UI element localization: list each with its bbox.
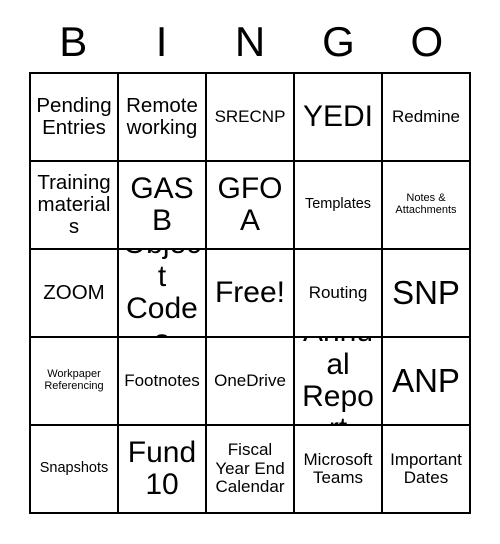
bingo-cell[interactable]: Microsoft Teams bbox=[295, 426, 383, 514]
bingo-cell-label: ANP bbox=[392, 362, 460, 400]
bingo-cell-label: GASB bbox=[130, 171, 194, 237]
bingo-cell[interactable]: Annual Report bbox=[295, 338, 383, 426]
bingo-cell-label: Fund 10 bbox=[127, 435, 197, 501]
bingo-cell[interactable]: Redmine bbox=[383, 74, 471, 162]
bingo-cell-label: Remote working bbox=[126, 93, 198, 139]
bingo-cell[interactable]: ANP bbox=[383, 338, 471, 426]
bingo-header-letter-b: B bbox=[59, 18, 88, 65]
bingo-cell-label: Redmine bbox=[391, 106, 461, 126]
bingo-cell-label: Footnotes bbox=[124, 370, 200, 390]
bingo-cell[interactable]: Snapshots bbox=[31, 426, 119, 514]
bingo-cell-label: Snapshots bbox=[39, 460, 109, 477]
bingo-cell[interactable]: Important Dates bbox=[383, 426, 471, 514]
bingo-cell[interactable]: Footnotes bbox=[119, 338, 207, 426]
bingo-cell-label: Free! bbox=[214, 275, 286, 309]
bingo-cell-label: Fiscal Year End Calendar bbox=[215, 440, 285, 497]
bingo-cell-label: YEDI bbox=[302, 99, 374, 133]
bingo-cell-label: Workpaper Referencing bbox=[44, 368, 104, 392]
bingo-cell-label: Microsoft Teams bbox=[303, 449, 373, 487]
bingo-cell[interactable]: ZOOM bbox=[31, 250, 119, 338]
bingo-cell-label: Notes & Attachments bbox=[395, 192, 457, 216]
bingo-cell-label: Pending Entries bbox=[36, 93, 112, 139]
bingo-cell-label: Routing bbox=[308, 282, 368, 302]
bingo-cell[interactable]: GASB bbox=[119, 162, 207, 250]
bingo-header-letter-o: O bbox=[410, 18, 444, 65]
bingo-cell[interactable]: GFOA bbox=[207, 162, 295, 250]
bingo-cell-label: SRECNP bbox=[214, 106, 286, 126]
bingo-card: B I N G O Pending Entries Remote working… bbox=[0, 0, 500, 544]
bingo-cell[interactable]: Remote working bbox=[119, 74, 207, 162]
bingo-cell-label: Annual Report bbox=[302, 338, 374, 424]
bingo-cell[interactable]: Templates bbox=[295, 162, 383, 250]
bingo-cell[interactable]: Object Codes bbox=[119, 250, 207, 338]
bingo-cell[interactable]: Fiscal Year End Calendar bbox=[207, 426, 295, 514]
bingo-cell-label: Object Codes bbox=[123, 250, 201, 336]
bingo-cell-label: GFOA bbox=[217, 171, 283, 237]
bingo-cell-label: Templates bbox=[304, 196, 372, 213]
bingo-cell-label: Training materials bbox=[37, 170, 111, 239]
bingo-cell-label: Important Dates bbox=[390, 449, 462, 487]
bingo-cell-label: OneDrive bbox=[214, 370, 286, 390]
bingo-cell-label: SNP bbox=[392, 274, 460, 312]
bingo-header-letter-n: N bbox=[234, 18, 266, 65]
bingo-cell[interactable]: Training materials bbox=[31, 162, 119, 250]
bingo-cell[interactable]: Workpaper Referencing bbox=[31, 338, 119, 426]
bingo-header-letter-g: G bbox=[322, 18, 355, 65]
bingo-header-letter-i: I bbox=[155, 18, 168, 65]
bingo-cell-label: ZOOM bbox=[43, 280, 105, 304]
bingo-cell[interactable]: SRECNP bbox=[207, 74, 295, 162]
bingo-cell[interactable]: Pending Entries bbox=[31, 74, 119, 162]
bingo-cell[interactable]: OneDrive bbox=[207, 338, 295, 426]
bingo-cell[interactable]: Fund 10 bbox=[119, 426, 207, 514]
bingo-cell[interactable]: Routing bbox=[295, 250, 383, 338]
bingo-cell-free[interactable]: Free! bbox=[207, 250, 295, 338]
bingo-cell[interactable]: Notes & Attachments bbox=[383, 162, 471, 250]
bingo-cell[interactable]: YEDI bbox=[295, 74, 383, 162]
bingo-grid: Pending Entries Remote working SRECNP YE… bbox=[29, 72, 471, 514]
bingo-cell[interactable]: SNP bbox=[383, 250, 471, 338]
bingo-header-row: B I N G O bbox=[29, 14, 471, 70]
